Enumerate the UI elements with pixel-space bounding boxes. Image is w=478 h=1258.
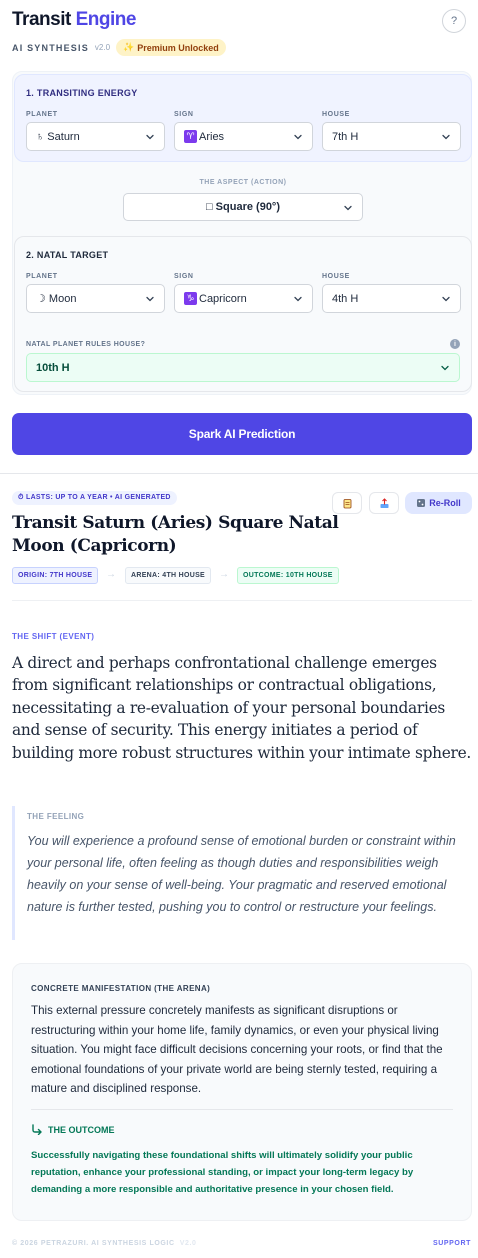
- chevron-down-icon: [441, 365, 449, 371]
- aspect-value: □ Square (90°): [205, 201, 280, 213]
- natal-sign-select[interactable]: ♑ Capricorn: [174, 284, 313, 313]
- transiting-title: 1. TRANSITING ENERGY: [26, 88, 138, 98]
- footer-version: V2.0: [179, 1240, 197, 1247]
- arrow-right-icon: →: [106, 569, 116, 580]
- premium-badge: ✨ Premium Unlocked: [116, 39, 226, 56]
- arena-chip: ARENA: 4TH HOUSE: [125, 567, 212, 584]
- manifestation-card: CONCRETE MANIFESTATION (THE ARENA) This …: [12, 963, 472, 1221]
- input-panel: 1. TRANSITING ENERGY PLANET ♄ Saturn SIG…: [12, 71, 472, 395]
- help-button[interactable]: ?: [442, 9, 466, 33]
- natal-planet-value: ☽ Moon: [36, 293, 77, 305]
- capricorn-glyph-icon: ♑: [184, 292, 197, 305]
- chevron-down-icon: [146, 134, 154, 140]
- aspect-label: THE ASPECT (ACTION): [199, 179, 287, 186]
- rules-house-value: 10th H: [36, 361, 70, 374]
- transit-planet-value: ♄ Saturn: [36, 130, 80, 143]
- chevron-down-icon: [294, 134, 302, 140]
- natal-house-label: HOUSE: [322, 273, 350, 280]
- natal-sign-value: Capricorn: [199, 292, 247, 305]
- natal-title: 2. NATAL TARGET: [26, 250, 109, 260]
- premium-badge-label: Premium Unlocked: [137, 42, 219, 53]
- aspect-select[interactable]: □ Square (90°): [123, 193, 363, 221]
- brand-accent: Engine: [75, 9, 137, 30]
- app-subtitle: AI SYNTHESIS: [12, 42, 89, 53]
- dice-icon: [417, 499, 426, 507]
- feeling-text: You will experience a profound sense of …: [27, 834, 456, 914]
- copy-button[interactable]: [332, 492, 362, 514]
- chevron-down-icon: [146, 296, 154, 302]
- outcome-heading: THE OUTCOME: [31, 1124, 115, 1135]
- sparkles-icon: ✨: [123, 42, 135, 52]
- spark-button-label: Spark AI Prediction: [188, 427, 296, 441]
- outcome-label: THE OUTCOME: [48, 1124, 115, 1135]
- result-title: Transit Saturn (Aries) Square Natal Moon…: [12, 513, 339, 556]
- transit-house-label: HOUSE: [322, 111, 350, 118]
- app-version: v2.0: [94, 43, 111, 52]
- shift-label: THE SHIFT (EVENT): [12, 632, 95, 641]
- outcome-chip: OUTCOME: 10TH HOUSE: [237, 567, 339, 584]
- card-divider: [31, 1109, 453, 1110]
- clipboard-icon: [343, 498, 351, 508]
- transit-sign-label: SIGN: [174, 111, 194, 118]
- outcome-text: Successfully navigating these foundation…: [31, 1150, 414, 1195]
- spark-prediction-button[interactable]: Spark AI Prediction: [12, 413, 472, 455]
- info-icon[interactable]: i: [450, 339, 460, 349]
- aries-glyph-icon: ♈: [184, 130, 197, 143]
- natal-planet-select[interactable]: ☽ Moon: [26, 284, 165, 313]
- return-arrow-icon: [32, 1124, 42, 1135]
- shift-text: A direct and perhaps confrontational cha…: [12, 654, 472, 762]
- section-divider: [0, 473, 478, 474]
- transit-house-select[interactable]: 7th H: [322, 122, 461, 151]
- origin-chip: ORIGIN: 7TH HOUSE: [12, 567, 99, 584]
- natal-house-value: 4th H: [332, 292, 359, 305]
- chevron-down-icon: [442, 134, 450, 140]
- support-link[interactable]: SUPPORT: [433, 1240, 471, 1247]
- transit-planet-select[interactable]: ♄ Saturn: [26, 122, 165, 151]
- natal-section: 2. NATAL TARGET PLANET ☽ Moon SIGN ♑ Cap…: [14, 236, 472, 392]
- natal-sign-label: SIGN: [174, 273, 194, 280]
- header-subline: AI SYNTHESIS v2.0 ✨ Premium Unlocked: [12, 39, 226, 56]
- manifestation-label: CONCRETE MANIFESTATION (THE ARENA): [31, 984, 211, 993]
- share-button[interactable]: [369, 492, 399, 514]
- app-header: Transit Engine AI SYNTHESIS v2.0 ✨ Premi…: [12, 9, 466, 56]
- manifestation-text: This external pressure concretely manife…: [31, 1004, 443, 1095]
- app-title: Transit Engine: [12, 9, 136, 31]
- transit-house-value: 7th H: [332, 130, 359, 143]
- result-divider: [12, 600, 472, 601]
- transit-planet-label: PLANET: [26, 111, 58, 118]
- footer-copyright: © 2026 PETRAZURI. AI SYNTHESIS LOGIC V2.…: [12, 1240, 197, 1247]
- share-icon: [380, 497, 388, 508]
- transit-sign-value: Aries: [199, 130, 225, 143]
- reroll-label: Re-Roll: [429, 498, 461, 508]
- natal-planet-label: PLANET: [26, 273, 58, 280]
- transiting-section: 1. TRANSITING ENERGY PLANET ♄ Saturn SIG…: [14, 74, 472, 162]
- rules-house-select[interactable]: 10th H: [26, 353, 460, 382]
- chevron-down-icon: [344, 205, 352, 211]
- arrow-right-icon: →: [219, 569, 229, 580]
- feeling-label: THE FEELING: [27, 812, 85, 821]
- question-icon: ?: [450, 15, 458, 27]
- rules-house-label: NATAL PLANET RULES HOUSE?: [26, 341, 146, 348]
- chevron-down-icon: [294, 296, 302, 302]
- duration-badge: ⏱ LASTS: UP TO A YEAR • AI GENERATED: [12, 491, 177, 505]
- brand-main: Transit: [12, 9, 71, 30]
- feeling-block: THE FEELING You will experience a profou…: [12, 806, 472, 940]
- transit-sign-select[interactable]: ♈ Aries: [174, 122, 313, 151]
- reroll-button[interactable]: Re-Roll: [405, 492, 472, 514]
- chevron-down-icon: [442, 296, 450, 302]
- copyright-text: © 2026 PETRAZURI. AI SYNTHESIS LOGIC: [12, 1240, 175, 1247]
- natal-house-select[interactable]: 4th H: [322, 284, 461, 313]
